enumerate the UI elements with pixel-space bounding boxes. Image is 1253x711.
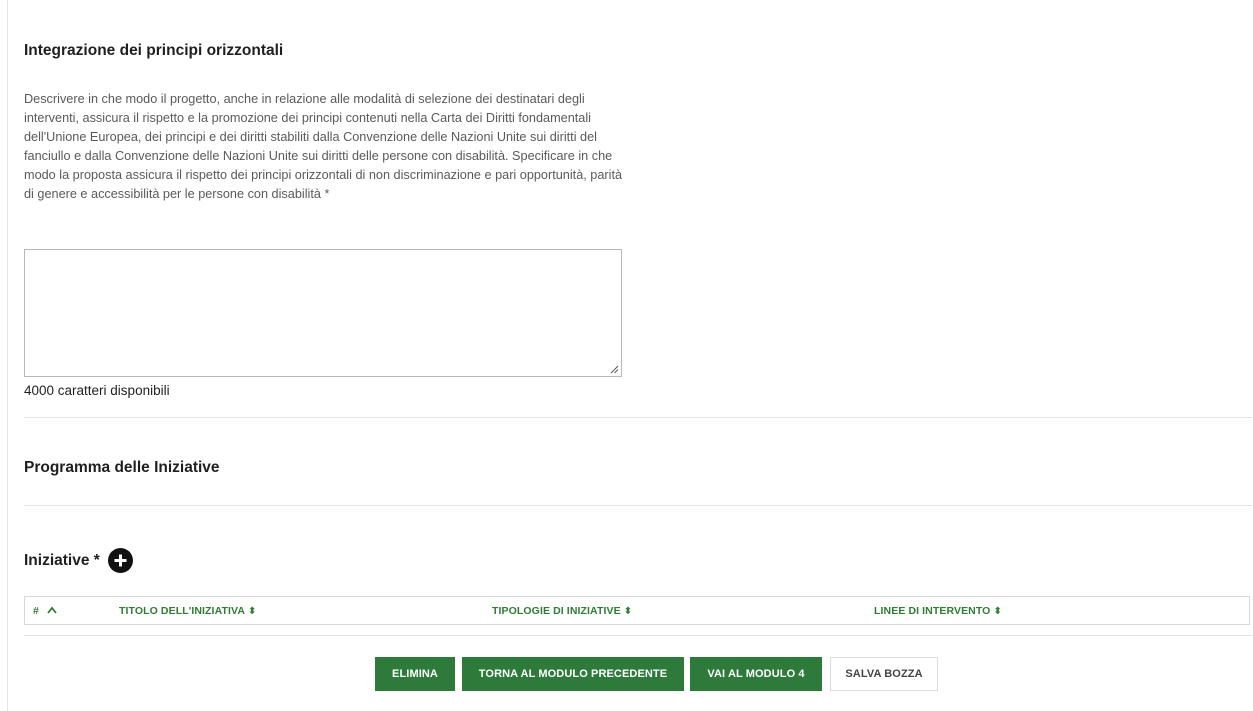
section-title-principi-orizzontali: Integrazione dei principi orizzontali — [24, 42, 284, 59]
delete-button[interactable]: ELIMINA — [375, 657, 455, 691]
go-to-module-4-button[interactable]: VAI AL MODULO 4 — [690, 657, 822, 691]
column-header-index[interactable]: # — [33, 605, 57, 617]
divider — [24, 417, 1252, 418]
column-header-titolo[interactable]: TITOLO DELL'INIZIATIVA ⬍ — [119, 605, 257, 617]
save-draft-button[interactable]: SALVA BOZZA — [830, 657, 938, 691]
plus-circle-icon[interactable] — [107, 548, 133, 573]
column-header-linee[interactable]: LINEE DI INTERVENTO ⬍ — [874, 605, 1002, 617]
resize-grip-icon[interactable] — [609, 364, 619, 374]
left-border — [7, 0, 8, 711]
column-header-tipologie[interactable]: TIPOLOGIE DI INIZIATIVE ⬍ — [492, 605, 632, 617]
divider — [24, 635, 1252, 636]
iniziative-table-header: # TITOLO DELL'INIZIATIVA ⬍ TIPOLOGIE DI I… — [24, 596, 1250, 625]
iniziative-heading: Iniziative * — [24, 548, 133, 573]
divider — [24, 505, 1252, 506]
principi-description-label: Descrivere in che modo il progetto, anch… — [24, 92, 623, 201]
section-title-programma: Programma delle Iniziative — [24, 459, 220, 476]
iniziative-title: Iniziative * — [24, 551, 100, 569]
principi-textarea[interactable] — [24, 249, 622, 377]
back-to-previous-module-button[interactable]: TORNA AL MODULO PRECEDENTE — [462, 657, 684, 691]
sort-icon: ⬍ — [993, 606, 1002, 617]
chevron-up-icon — [47, 606, 57, 614]
sort-icon: ⬍ — [248, 606, 257, 617]
sort-icon: ⬍ — [623, 606, 633, 617]
chars-available-counter: 4000 caratteri disponibili — [24, 383, 170, 398]
